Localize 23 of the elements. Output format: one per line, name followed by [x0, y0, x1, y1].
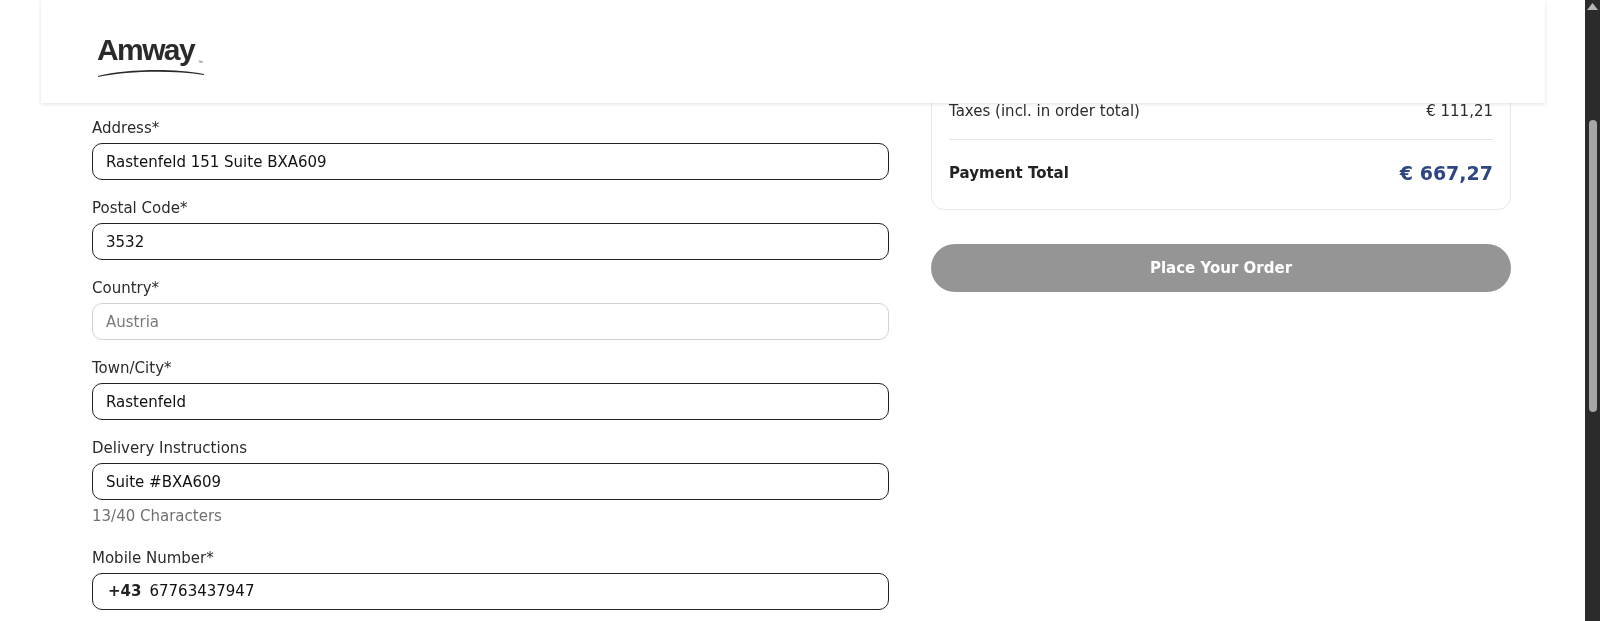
field-label: Postal Code* — [92, 198, 189, 218]
input-field[interactable]: Rastenfeld — [92, 383, 889, 420]
swoosh-icon — [97, 68, 205, 77]
total-label: Payment Total — [949, 162, 1069, 184]
input-field[interactable]: Rastenfeld 151 Suite BXA609 — [92, 143, 889, 180]
field-label: Town/City* — [92, 358, 173, 378]
logo-wordmark[interactable]: Amway — [97, 36, 195, 64]
field-label: Delivery Instructions — [92, 438, 249, 458]
input-field[interactable]: Suite #BXA609 — [92, 463, 889, 500]
scrollbar-thumb[interactable] — [1589, 120, 1597, 412]
scroll-up-arrow-icon[interactable] — [1587, 3, 1598, 10]
scrollbar[interactable] — [1585, 0, 1600, 621]
phone-number-input[interactable]: 67763437947 — [149, 580, 873, 603]
total-amount: € 667,27 — [1399, 160, 1493, 186]
character-counter: 13/40 Characters — [92, 506, 223, 526]
field-label: Country* — [92, 278, 161, 298]
country-code-prefix: +43 — [108, 581, 142, 603]
input-field[interactable]: 3532 — [92, 223, 889, 260]
phone-number-field[interactable]: +43 67763437947 — [92, 573, 889, 610]
field-label: Mobile Number* — [92, 548, 215, 568]
summary-amount: € 111,21 — [1426, 100, 1493, 122]
summary-label: Taxes (incl. in order total) — [949, 100, 1140, 122]
field-label: Address* — [92, 118, 161, 138]
